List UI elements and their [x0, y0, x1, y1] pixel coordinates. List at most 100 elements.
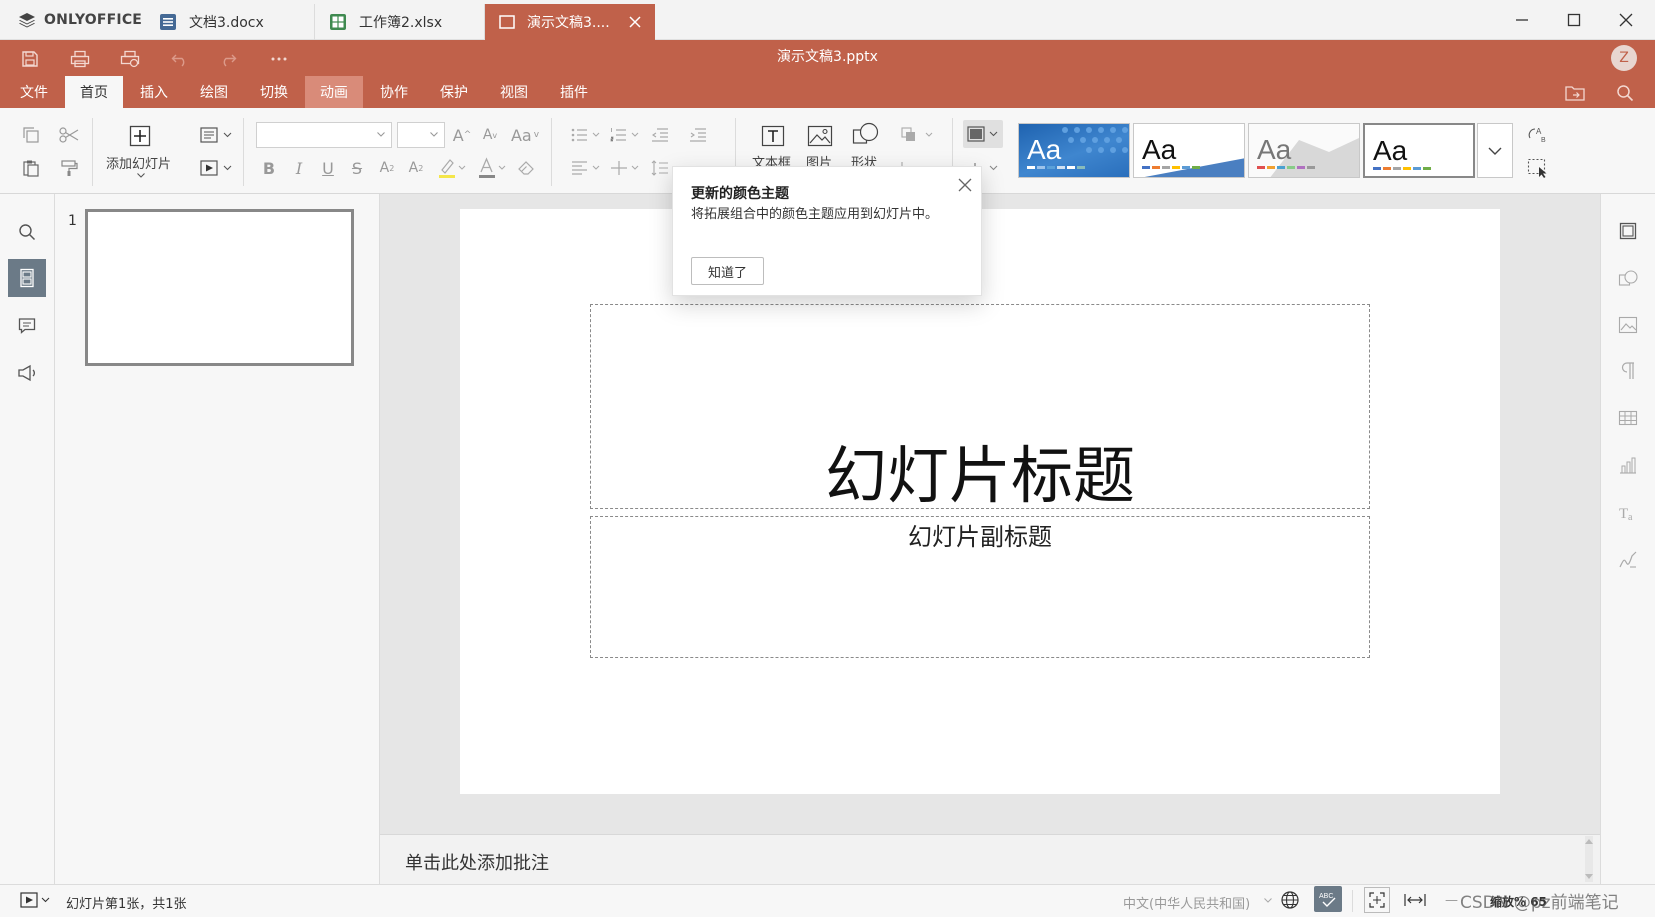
slide-thumbnail[interactable] — [85, 209, 354, 366]
format-painter-icon[interactable] — [56, 155, 82, 181]
chart-settings-icon[interactable] — [1613, 450, 1643, 480]
tab-view[interactable]: 视图 — [485, 76, 543, 108]
search-panel-icon[interactable] — [8, 213, 46, 251]
chevron-down-icon[interactable] — [136, 170, 146, 180]
picture-button[interactable]: 图片 — [806, 152, 832, 166]
tab-animation[interactable]: 动画 — [305, 76, 363, 108]
tab-presentation[interactable]: 演示文稿3.... — [485, 4, 655, 40]
theme-option-blue-dots[interactable]: Aa — [1018, 123, 1130, 178]
notes-placeholder[interactable]: 单击此处添加批注 — [405, 849, 549, 875]
paragraph-settings-icon[interactable] — [1613, 356, 1643, 386]
font-family-dropdown[interactable] — [256, 122, 392, 148]
avatar[interactable]: Z — [1611, 45, 1637, 71]
feedback-icon[interactable] — [8, 354, 46, 392]
themes-expand-button[interactable] — [1477, 123, 1513, 178]
numbered-list-icon[interactable] — [609, 122, 643, 148]
open-file-location-icon[interactable] — [1558, 80, 1592, 106]
maximize-button[interactable] — [1549, 0, 1599, 40]
fit-width-icon[interactable] — [1402, 888, 1428, 912]
decrease-indent-icon[interactable] — [648, 122, 672, 148]
font-size-dropdown[interactable] — [397, 122, 445, 148]
close-tab-icon[interactable] — [629, 16, 641, 28]
minimize-button[interactable] — [1497, 0, 1547, 40]
got-it-button[interactable]: 知道了 — [691, 257, 764, 285]
brand[interactable]: ONLYOFFICE — [18, 0, 142, 40]
slides-panel-icon[interactable] — [8, 259, 46, 297]
bold-icon[interactable]: B — [258, 155, 280, 181]
line-spacing-icon[interactable] — [648, 155, 672, 181]
slide-subtitle[interactable]: 幻灯片副标题 — [590, 517, 1370, 552]
theme-swatches — [1257, 166, 1315, 169]
textbox-icon[interactable] — [758, 122, 788, 150]
signature-settings-icon[interactable] — [1613, 545, 1643, 575]
increase-font-icon[interactable]: A ^ — [451, 122, 473, 148]
text-art-settings-icon[interactable]: Ta — [1613, 498, 1643, 528]
font-color-icon[interactable] — [476, 155, 508, 181]
tab-protection[interactable]: 保护 — [425, 76, 483, 108]
svg-text:T: T — [1619, 506, 1628, 522]
select-all-icon[interactable] — [1524, 155, 1552, 181]
italic-icon[interactable]: I — [288, 155, 310, 181]
shape-icon[interactable] — [850, 120, 882, 150]
arrange-icon[interactable] — [898, 122, 938, 148]
picture-icon[interactable] — [805, 122, 835, 150]
clear-style-icon[interactable] — [514, 155, 538, 181]
tab-insert[interactable]: 插入 — [125, 76, 183, 108]
theme-option-blue-wave[interactable]: Aa — [1133, 123, 1245, 178]
vertical-align-icon[interactable] — [609, 155, 643, 181]
notes-pane[interactable] — [380, 834, 1600, 884]
tab-file[interactable]: 文件 — [5, 76, 63, 108]
tab-document[interactable]: 文档3.docx — [145, 4, 315, 40]
close-icon[interactable] — [955, 175, 975, 195]
tab-transitions[interactable]: 切换 — [245, 76, 303, 108]
comments-icon[interactable] — [8, 307, 46, 345]
slide-layout-button[interactable] — [197, 122, 237, 148]
chevron-down-icon[interactable] — [1263, 895, 1273, 905]
superscript-icon[interactable]: A2 — [376, 155, 398, 181]
align-left-icon[interactable] — [570, 155, 604, 181]
bullet-list-icon[interactable] — [570, 122, 604, 148]
highlight-color-icon[interactable] — [436, 155, 468, 181]
replace-icon[interactable]: AB — [1524, 122, 1552, 148]
close-window-button[interactable] — [1601, 0, 1651, 40]
globe-icon[interactable] — [1278, 888, 1302, 912]
tab-draw[interactable]: 绘图 — [185, 76, 243, 108]
search-icon[interactable] — [1608, 80, 1642, 106]
slide-title[interactable]: 幻灯片标题 — [590, 425, 1370, 515]
underline-icon[interactable]: U — [317, 155, 339, 181]
divider — [243, 118, 244, 186]
increase-indent-icon[interactable] — [686, 122, 710, 148]
shape-settings-icon[interactable] — [1613, 263, 1643, 293]
theme-sample: Aa — [1373, 135, 1408, 166]
language-selector[interactable]: 中文(中华人民共和国) — [1123, 893, 1250, 912]
color-scheme-button[interactable] — [963, 120, 1003, 148]
shape-button[interactable]: 形状 — [851, 152, 877, 166]
cut-icon[interactable] — [56, 122, 82, 148]
paste-icon[interactable] — [18, 155, 44, 181]
image-settings-icon[interactable] — [1613, 310, 1643, 340]
theme-option-gray[interactable]: Aa — [1248, 123, 1360, 178]
add-slide-icon[interactable] — [127, 123, 153, 149]
copy-icon[interactable] — [18, 122, 44, 148]
decrease-font-icon[interactable]: Av — [479, 122, 501, 148]
tab-collaboration[interactable]: 协作 — [365, 76, 423, 108]
textbox-button[interactable]: 文本框 — [752, 152, 791, 166]
zoom-out-icon[interactable]: — — [1445, 893, 1458, 908]
theme-option-office[interactable]: Aa — [1363, 123, 1475, 178]
spellcheck-icon[interactable]: ABC — [1314, 886, 1342, 912]
theme-sample: Aa — [1142, 134, 1177, 165]
start-slideshow-button[interactable] — [197, 155, 237, 181]
change-case-icon[interactable]: Aa v — [507, 122, 543, 148]
svg-text:ABC: ABC — [1319, 893, 1333, 900]
tab-spreadsheet[interactable]: 工作簿2.xlsx — [315, 4, 485, 40]
table-settings-icon[interactable] — [1613, 403, 1643, 433]
tab-home[interactable]: 首页 — [65, 76, 123, 108]
subscript-icon[interactable]: A2 — [405, 155, 427, 181]
tab-plugins[interactable]: 插件 — [545, 76, 603, 108]
slide-settings-icon[interactable] — [1613, 216, 1643, 246]
theme-swatches — [1373, 167, 1431, 170]
slideshow-play-button[interactable] — [18, 889, 54, 911]
notes-scrollbar[interactable] — [1580, 834, 1598, 884]
strikethrough-icon[interactable]: S — [346, 155, 368, 181]
fit-slide-icon[interactable] — [1364, 887, 1390, 913]
